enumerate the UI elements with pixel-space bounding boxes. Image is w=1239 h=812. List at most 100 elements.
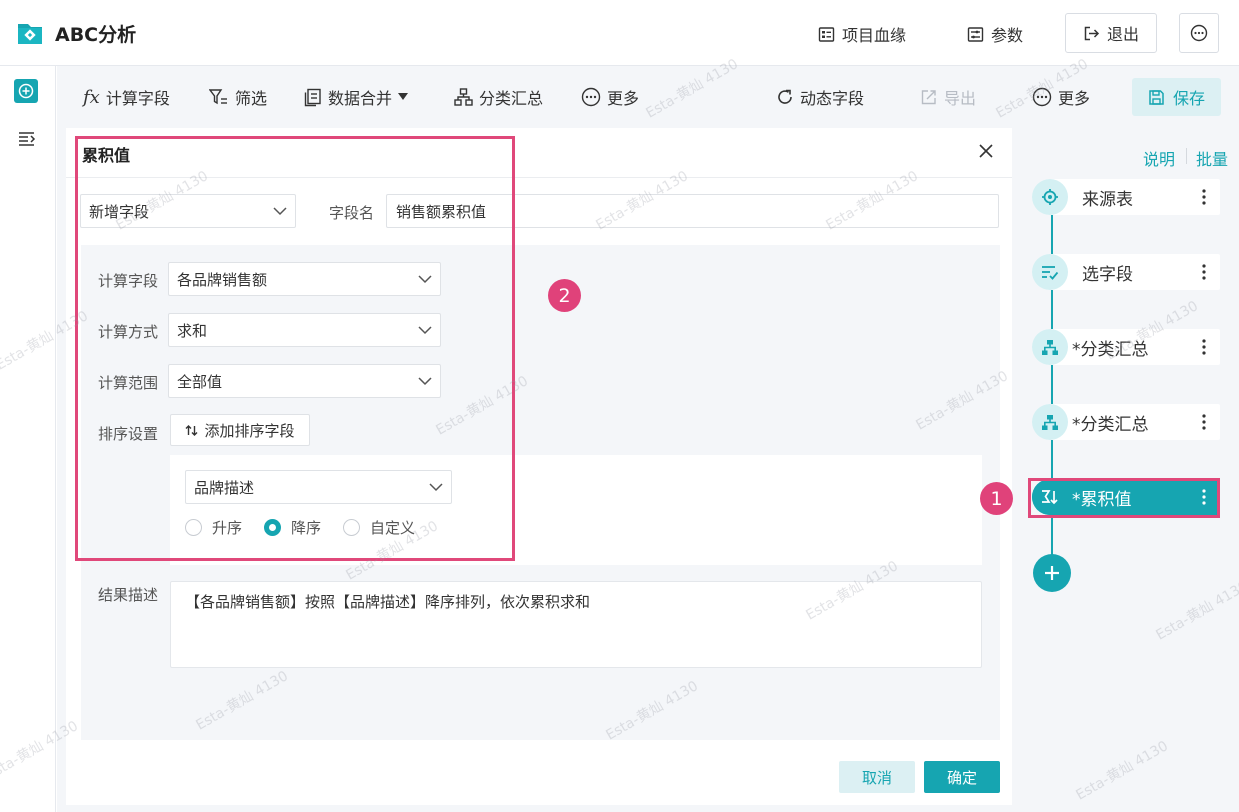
flow-node-select-fields[interactable]: 选字段 <box>1032 254 1220 290</box>
hierarchy-icon <box>1032 404 1068 440</box>
list-indent-icon[interactable] <box>18 131 36 147</box>
plus-icon <box>1043 564 1061 582</box>
export-label: 导出 <box>944 89 977 108</box>
explain-link[interactable]: 说明 <box>1143 146 1175 170</box>
calc-method-select[interactable]: 求和 <box>168 313 441 347</box>
flow-node-label: 来源表 <box>1082 189 1133 210</box>
link-divider <box>1186 148 1187 164</box>
calc-scope-select[interactable]: 全部值 <box>168 364 441 398</box>
calc-field-select[interactable]: 各品牌销售额 <box>168 262 441 296</box>
group-summary-tool[interactable]: 分类汇总 <box>454 85 543 109</box>
params-button[interactable]: 参数 <box>967 16 1023 52</box>
dialog-title: 累积值 <box>82 146 131 165</box>
target-icon <box>1032 179 1068 215</box>
save-icon <box>1148 89 1165 106</box>
add-flow-node-button[interactable] <box>1033 554 1071 592</box>
field-name-input[interactable]: 销售额累积值 <box>386 194 999 228</box>
dynamic-field-tool[interactable]: 动态字段 <box>776 85 864 109</box>
save-label: 保存 <box>1172 89 1205 108</box>
more-label-2: 更多 <box>1058 89 1091 108</box>
more-circle-icon <box>1032 87 1052 107</box>
refresh-icon <box>776 88 794 106</box>
export-tool[interactable]: 导出 <box>920 85 976 109</box>
calc-field-select-value: 各品牌销售额 <box>177 270 268 289</box>
flow-node-cumulative[interactable]: *累积值 <box>1032 479 1220 515</box>
flow-node-group-summary-2[interactable]: *分类汇总 <box>1032 404 1220 440</box>
more-circle-icon <box>581 87 601 107</box>
merge-icon <box>304 88 322 107</box>
data-merge-tool[interactable]: 数据合并 <box>304 85 409 109</box>
sort-field-box: 品牌描述 升序 降序 自定义 <box>170 455 982 565</box>
export-icon <box>920 88 938 106</box>
close-icon[interactable] <box>976 141 996 161</box>
batch-link[interactable]: 批量 <box>1196 146 1228 170</box>
mode-select[interactable]: 新增字段 <box>80 194 296 228</box>
kebab-menu-icon[interactable] <box>1194 412 1214 432</box>
sort-custom-label: 自定义 <box>370 519 416 537</box>
mode-select-value: 新增字段 <box>89 202 150 221</box>
result-desc-textarea[interactable]: 【各品牌销售额】按照【品牌描述】降序排列，依次累积求和 <box>170 581 982 668</box>
exit-icon <box>1083 25 1100 42</box>
more-tool-2[interactable]: 更多 <box>1032 85 1090 109</box>
function-icon: fx <box>83 86 100 108</box>
calc-method-select-value: 求和 <box>177 321 208 340</box>
radio-unchecked-icon <box>185 519 202 536</box>
calc-scope-label: 计算范围 <box>98 374 159 392</box>
sort-custom-radio[interactable]: 自定义 <box>343 517 415 538</box>
kebab-menu-icon[interactable] <box>1194 337 1214 357</box>
calc-field-form-label: 计算字段 <box>98 272 159 290</box>
kebab-menu-icon[interactable] <box>1194 187 1214 207</box>
project-lineage-label: 项目血缘 <box>842 26 907 45</box>
params-icon <box>967 26 984 43</box>
dynamic-field-label: 动态字段 <box>800 89 865 108</box>
field-select-icon <box>1032 254 1068 290</box>
hierarchy-icon <box>1032 329 1068 365</box>
add-sort-field-button[interactable]: 添加排序字段 <box>170 414 310 446</box>
more-label: 更多 <box>607 89 640 108</box>
chevron-down-icon <box>418 376 432 386</box>
filter-tool[interactable]: 筛选 <box>209 85 267 109</box>
confirm-button[interactable]: 确定 <box>924 761 1000 793</box>
sort-asc-label: 升序 <box>212 519 243 537</box>
chevron-down-icon <box>418 274 432 284</box>
dialog-divider <box>66 177 1012 178</box>
field-name-label: 字段名 <box>329 204 375 222</box>
exit-button[interactable]: 退出 <box>1065 13 1157 53</box>
more-circle-icon <box>1190 24 1208 42</box>
data-merge-label: 数据合并 <box>328 89 393 108</box>
caret-down-icon <box>398 93 409 101</box>
radio-unchecked-icon <box>343 519 360 536</box>
add-circle-icon[interactable] <box>14 79 38 103</box>
flow-node-source[interactable]: 来源表 <box>1032 179 1220 215</box>
exit-label: 退出 <box>1106 25 1139 44</box>
calc-field-tool[interactable]: fx 计算字段 <box>83 85 170 109</box>
calc-method-label: 计算方式 <box>98 323 159 341</box>
radio-checked-icon <box>264 519 281 536</box>
hierarchy-icon <box>454 88 473 106</box>
chevron-down-icon <box>418 325 432 335</box>
kebab-menu-icon[interactable] <box>1194 262 1214 282</box>
kebab-menu-icon[interactable] <box>1194 487 1214 507</box>
cancel-button[interactable]: 取消 <box>839 761 915 793</box>
flow-node-label: 选字段 <box>1082 264 1133 285</box>
project-lineage-button[interactable]: 项目血缘 <box>818 16 906 52</box>
top-bar: ABC分析 项目血缘 参数 退出 <box>0 0 1239 66</box>
filter-icon <box>209 88 229 106</box>
cumulative-icon <box>1032 479 1068 515</box>
sort-asc-radio[interactable]: 升序 <box>185 517 242 538</box>
annotation-badge-1: 1 <box>980 482 1013 515</box>
sort-settings-label: 排序设置 <box>98 425 159 443</box>
more-tool[interactable]: 更多 <box>581 85 639 109</box>
cumulative-dialog: 累积值 新增字段 字段名 销售额累积值 计算字段 各品牌销售额 计算方式 求和 … <box>66 128 1012 805</box>
flow-node-group-summary-1[interactable]: *分类汇总 <box>1032 329 1220 365</box>
chevron-down-icon <box>429 482 443 492</box>
sort-field-select[interactable]: 品牌描述 <box>185 470 452 504</box>
flow-node-label: *分类汇总 <box>1072 414 1149 435</box>
sort-desc-radio[interactable]: 降序 <box>264 517 321 538</box>
add-sort-field-label: 添加排序字段 <box>204 421 295 440</box>
annotation-badge-2: 2 <box>548 279 581 312</box>
more-menu-button[interactable] <box>1179 13 1219 53</box>
sort-desc-label: 降序 <box>291 519 322 537</box>
save-button[interactable]: 保存 <box>1132 78 1221 116</box>
flow-node-label: *分类汇总 <box>1072 339 1149 360</box>
